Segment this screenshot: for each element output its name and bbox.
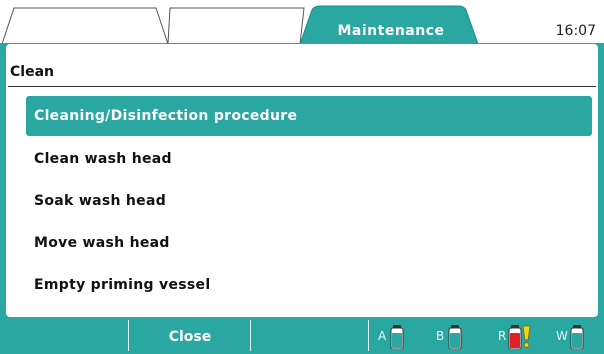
softkey-divider: [368, 320, 369, 351]
menu-item-clean-wash-head[interactable]: Clean wash head: [26, 138, 592, 180]
bottle-icon: [448, 325, 462, 349]
tab-2[interactable]: [172, 20, 300, 42]
menu-item-empty-priming-vessel[interactable]: Empty priming vessel: [26, 264, 592, 306]
clock-time: 16:07: [555, 23, 596, 39]
bottle-warning-icon: [508, 325, 531, 349]
bottle-icon: [570, 325, 584, 349]
bottle-r-status[interactable]: R: [498, 320, 548, 351]
section-title: Clean: [10, 64, 54, 80]
menu-item-cleaning-disinfection[interactable]: Cleaning/Disinfection procedure: [26, 96, 592, 136]
main-panel: Clean Cleaning/Disinfection procedure Cl…: [6, 44, 598, 317]
bottle-a-status[interactable]: A: [378, 320, 428, 351]
bottle-a-label: A: [378, 329, 387, 343]
bottle-r-label: R: [498, 329, 507, 343]
tab-1[interactable]: [20, 20, 160, 42]
softkey-1[interactable]: [0, 320, 128, 351]
bottle-b-label: B: [436, 329, 445, 343]
bottle-w-status[interactable]: W: [556, 320, 602, 351]
menu-item-move-wash-head[interactable]: Move wash head: [26, 222, 592, 264]
tab-bar: Maintenance 16:07: [0, 0, 604, 44]
section-divider: [8, 86, 596, 87]
softkey-3[interactable]: [250, 320, 369, 351]
bottle-icon: [390, 325, 404, 349]
close-button[interactable]: Close: [128, 320, 251, 351]
bottle-b-status[interactable]: B: [436, 320, 486, 351]
tab-maintenance[interactable]: Maintenance: [316, 20, 466, 42]
softkey-bar: Close A B R W: [0, 320, 604, 351]
menu-item-soak-wash-head[interactable]: Soak wash head: [26, 180, 592, 222]
menu-list: Cleaning/Disinfection procedure Clean wa…: [26, 96, 592, 306]
bottle-w-label: W: [556, 329, 568, 343]
